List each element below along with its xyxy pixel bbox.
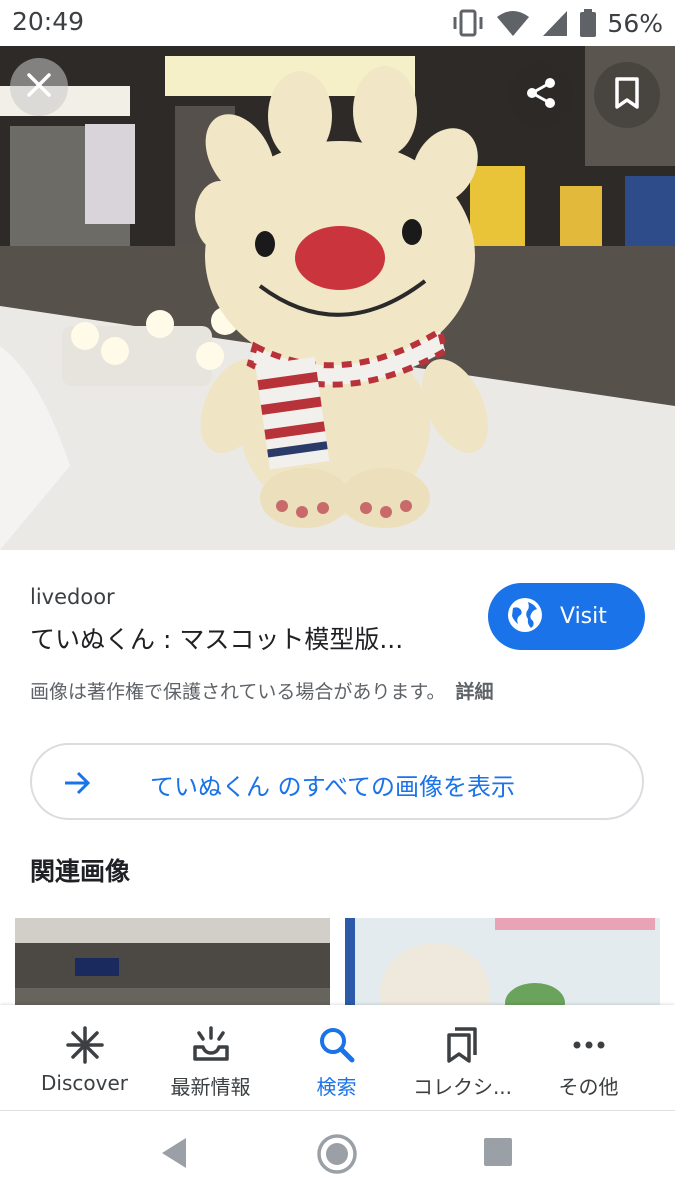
vibrate-icon	[451, 8, 485, 38]
copyright-text: 画像は著作権で保護されている場合があります。	[30, 681, 446, 703]
system-navigation-bar	[0, 1111, 675, 1200]
related-images-row	[0, 918, 675, 1008]
visit-label: Visit	[560, 604, 607, 629]
mascot-photo	[0, 46, 675, 550]
source-name: livedoor	[30, 585, 115, 609]
status-time: 20:49	[12, 7, 85, 36]
hero-image[interactable]	[0, 46, 675, 550]
close-button[interactable]	[10, 58, 68, 116]
nav-updates[interactable]: 最新情報	[143, 1005, 278, 1111]
wifi-icon	[495, 8, 531, 38]
view-all-images-button[interactable]: ていぬくん のすべての画像を表示	[30, 743, 644, 820]
home-button[interactable]	[316, 1133, 358, 1179]
nav-label: コレクシ...	[412, 1075, 513, 1099]
view-all-images-label: ていぬくん のすべての画像を表示	[150, 773, 515, 801]
save-button[interactable]	[594, 62, 660, 128]
copyright-notice: 画像は著作権で保護されている場合があります。 詳細	[30, 677, 494, 704]
back-button[interactable]	[158, 1135, 190, 1175]
bottom-navigation: Discover 最新情報 検索 コレクシ... その他	[0, 1005, 675, 1111]
asterisk-icon	[65, 1025, 105, 1069]
nav-label: 検索	[316, 1075, 357, 1099]
signal-icon	[541, 8, 569, 38]
nav-label: Discover	[41, 1071, 128, 1095]
bookmark-icon	[614, 77, 640, 113]
related-image-thumbnail[interactable]	[15, 918, 330, 1008]
battery-icon	[579, 8, 597, 38]
close-icon	[26, 72, 52, 102]
nav-label: 最新情報	[170, 1075, 251, 1099]
recents-button[interactable]	[483, 1137, 513, 1171]
nav-search[interactable]: 検索	[269, 1005, 404, 1111]
updates-icon	[191, 1025, 231, 1069]
share-button[interactable]	[508, 62, 574, 128]
more-icon	[569, 1025, 609, 1069]
globe-icon	[506, 596, 544, 638]
battery-percent: 56%	[607, 8, 663, 38]
related-images-heading: 関連画像	[30, 857, 131, 886]
share-icon	[524, 76, 558, 114]
status-icons: 56%	[451, 6, 663, 40]
nav-label: その他	[558, 1075, 619, 1099]
related-image-thumbnail[interactable]	[345, 918, 660, 1008]
visit-button[interactable]: Visit	[488, 583, 645, 650]
result-title[interactable]: ていぬくん : マスコット模型版...	[30, 620, 403, 656]
collections-icon	[443, 1025, 483, 1069]
search-icon	[317, 1025, 357, 1069]
details-link[interactable]: 詳細	[456, 681, 494, 703]
nav-discover[interactable]: Discover	[17, 1005, 152, 1111]
nav-more[interactable]: その他	[521, 1005, 656, 1111]
status-bar: 20:49 56%	[0, 0, 675, 46]
arrow-right-icon	[62, 769, 92, 801]
nav-collections[interactable]: コレクシ...	[395, 1005, 530, 1111]
